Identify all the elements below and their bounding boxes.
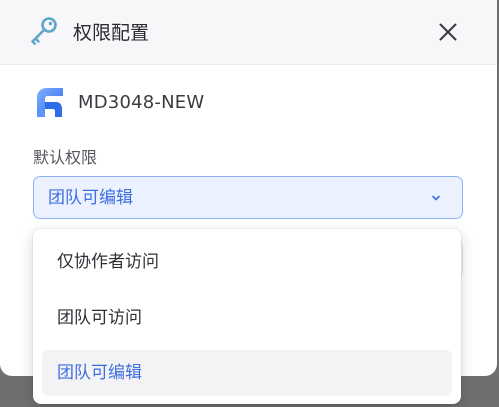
dropdown-option-label: 团队可编辑 [57,363,142,383]
project-logo-icon [37,88,63,117]
dropdown-option-label: 团队可访问 [57,308,142,328]
dropdown-option-team-edit[interactable]: 团队可编辑 [42,350,452,396]
dialog-title: 权限配置 [73,22,150,44]
close-icon[interactable] [433,17,463,47]
selected-permission-value: 团队可编辑 [48,188,133,208]
dropdown-option-label: 仅协作者访问 [57,252,159,272]
default-permission-select[interactable]: 团队可编辑 [33,176,463,219]
permission-dropdown-menu: 仅协作者访问 团队可访问 团队可编辑 [33,229,461,404]
chevron-down-icon [432,195,440,201]
key-icon [31,17,57,45]
dropdown-option-team-view[interactable]: 团队可访问 [42,295,452,341]
dialog-header: 权限配置 [0,0,497,65]
default-permission-label: 默认权限 [33,148,98,167]
project-name: MD3048-NEW [78,92,205,113]
dropdown-option-collaborators-only[interactable]: 仅协作者访问 [42,239,452,285]
